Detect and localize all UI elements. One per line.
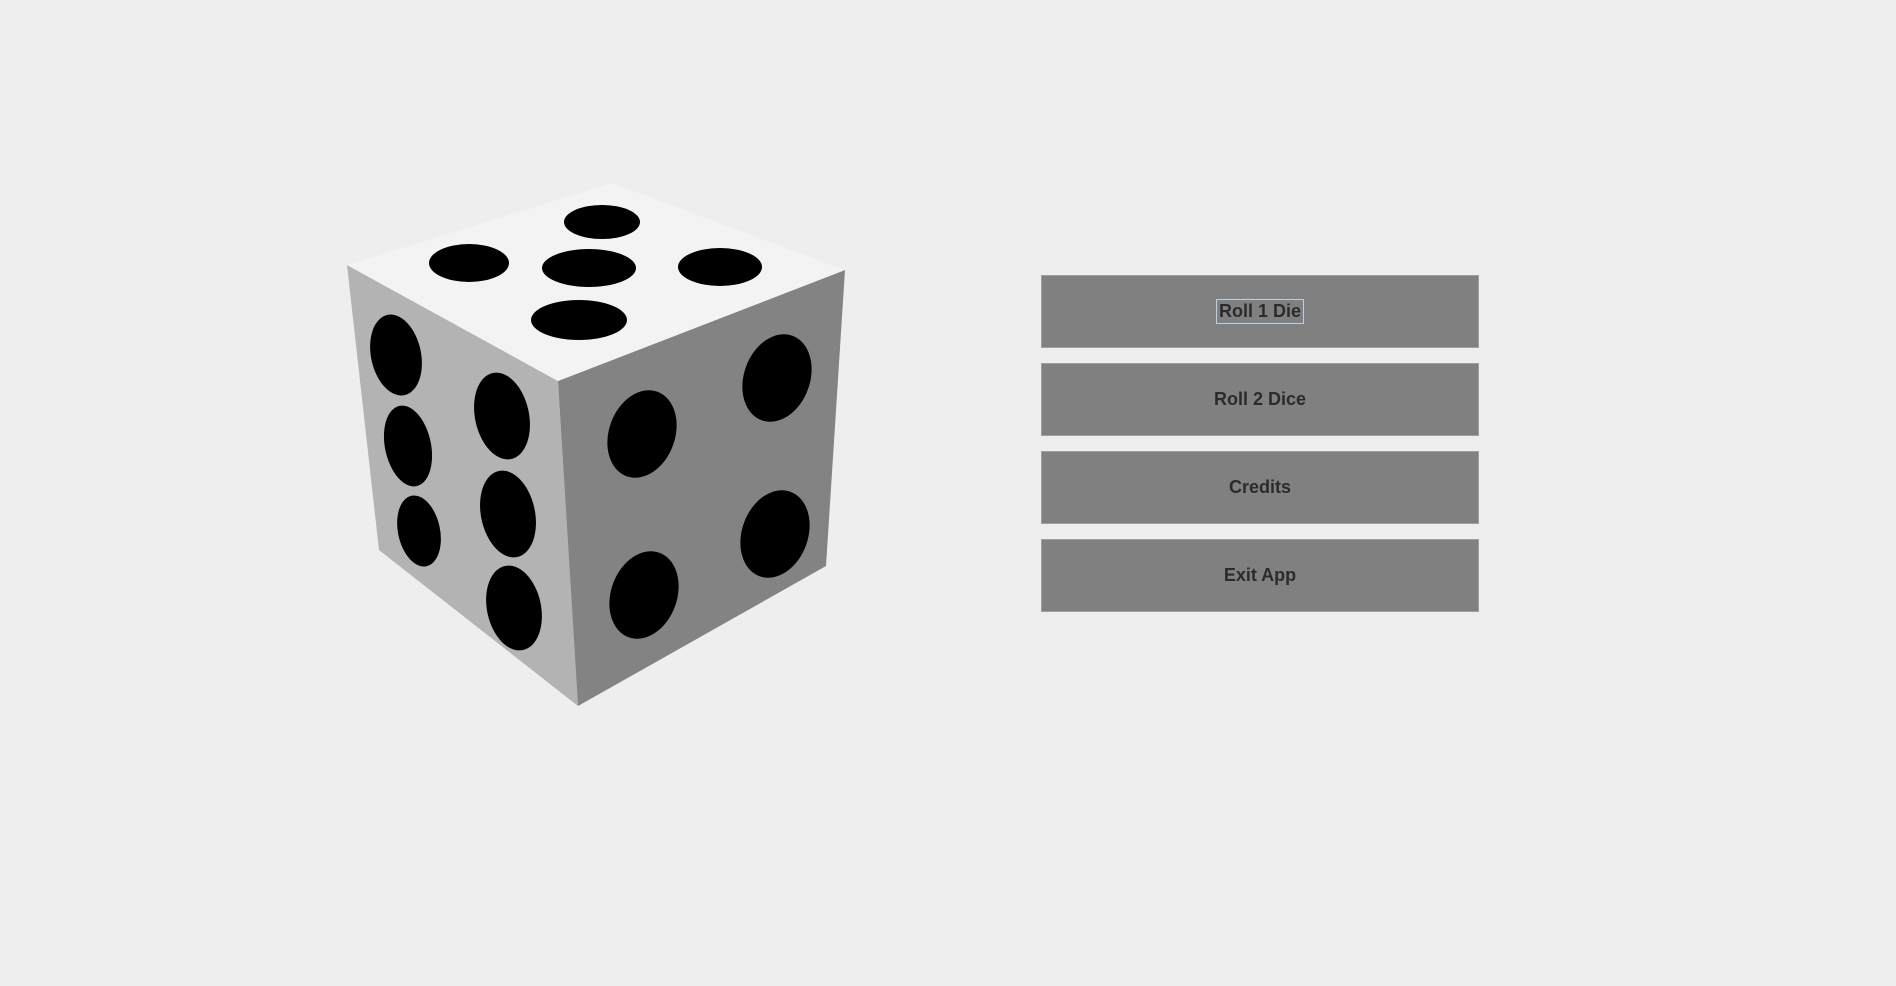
roll-one-die-label: Roll 1 Die (1215, 299, 1305, 324)
die-pip (531, 300, 627, 340)
die-pip (678, 248, 762, 286)
roll-two-dice-label: Roll 2 Dice (1213, 389, 1307, 409)
exit-app-label: Exit App (1223, 565, 1297, 585)
die-pip (542, 249, 636, 287)
main-menu: Roll 1 Die Roll 2 Dice Credits Exit App (1041, 275, 1479, 627)
roll-one-die-button[interactable]: Roll 1 Die (1041, 275, 1479, 348)
die-pip (564, 205, 640, 239)
exit-app-button[interactable]: Exit App (1041, 539, 1479, 612)
die-pip (429, 244, 509, 282)
credits-label: Credits (1228, 477, 1291, 497)
credits-button[interactable]: Credits (1041, 451, 1479, 524)
die-icon (347, 183, 845, 706)
main-window: Roll 1 Die Roll 2 Dice Credits Exit App (0, 0, 1896, 986)
roll-two-dice-button[interactable]: Roll 2 Dice (1041, 363, 1479, 436)
